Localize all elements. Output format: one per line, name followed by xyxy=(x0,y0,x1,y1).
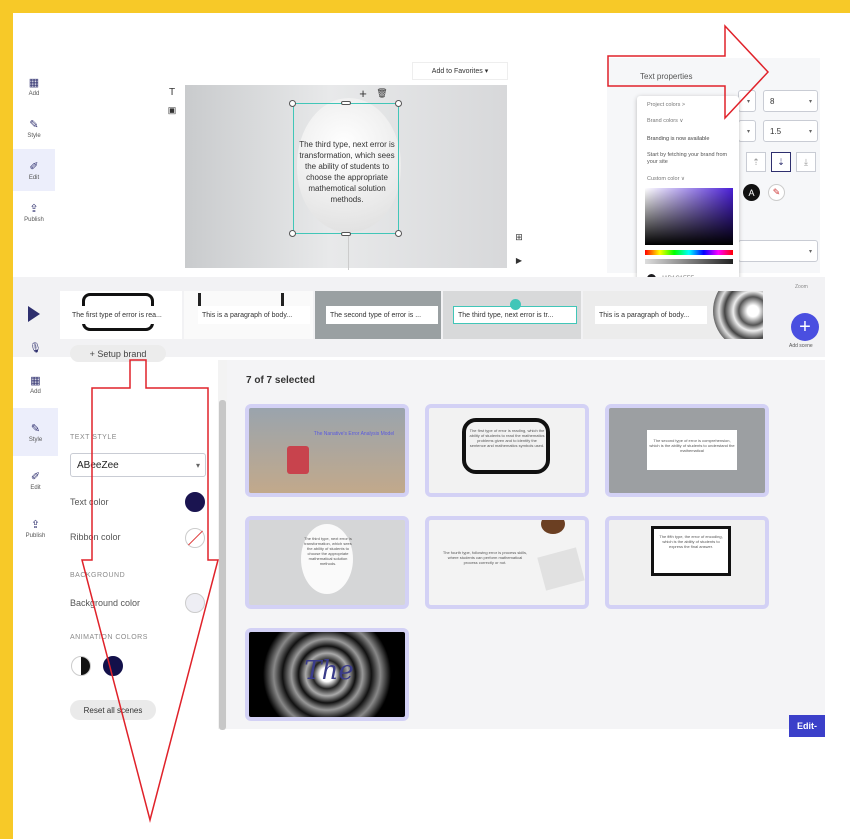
annotation-arrow-right xyxy=(607,24,770,120)
annotation-arrow-down xyxy=(81,359,219,823)
annotation-overlay xyxy=(81,24,770,823)
